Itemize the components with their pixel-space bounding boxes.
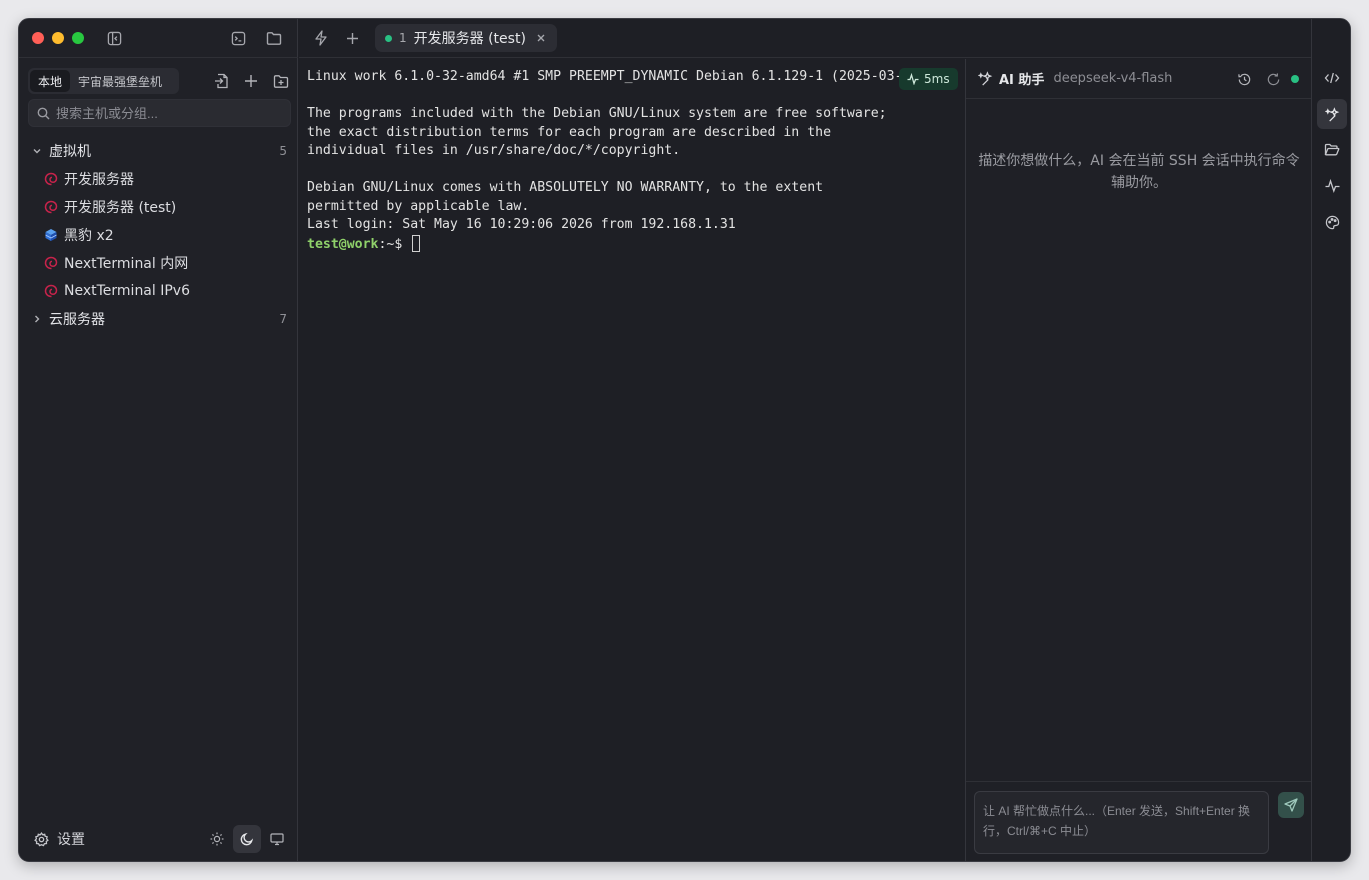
folder-plus-icon[interactable] bbox=[271, 71, 291, 91]
host-name: NextTerminal IPv6 bbox=[64, 283, 190, 299]
folder-icon[interactable] bbox=[265, 29, 283, 47]
refresh-icon[interactable] bbox=[1265, 71, 1281, 87]
group-virtual-machines[interactable]: 虚拟机 5 bbox=[19, 139, 298, 163]
group-cloud-servers[interactable]: 云服务器 7 bbox=[19, 307, 298, 331]
chevron-down-icon bbox=[31, 145, 43, 157]
tab-index: 1 bbox=[399, 31, 407, 45]
minimize-window-button[interactable] bbox=[52, 32, 64, 44]
debian-icon bbox=[43, 256, 58, 271]
sparkle-icon bbox=[978, 71, 993, 86]
sidebar-footer: 设置 bbox=[19, 817, 298, 861]
ai-assistant-panel: AI 助手 deepseek-v4-flash 描述你想做什么，AI 会在当前 … bbox=[965, 59, 1312, 861]
settings-label: 设置 bbox=[57, 832, 85, 848]
group-name: 虚拟机 bbox=[49, 144, 91, 160]
import-icon[interactable] bbox=[211, 71, 231, 91]
host-search[interactable] bbox=[28, 99, 291, 127]
app-window: 本地 宇宙最强堡垒机 虚拟机 5 bbox=[18, 18, 1351, 862]
lightning-icon[interactable] bbox=[312, 29, 330, 47]
connection-status-dot bbox=[385, 34, 392, 42]
terminal-line: individual files in /usr/share/doc/*/cop… bbox=[307, 143, 681, 158]
host-name: NextTerminal 内网 bbox=[64, 256, 189, 272]
activity-icon bbox=[907, 73, 919, 85]
ai-panel-header: AI 助手 deepseek-v4-flash bbox=[966, 59, 1312, 99]
host-name: 开发服务器 (test) bbox=[64, 200, 177, 216]
terminal-line: Linux work 6.1.0-32-amd64 #1 SMP PREEMPT… bbox=[307, 69, 927, 84]
chevron-right-icon bbox=[31, 313, 43, 325]
host-item[interactable]: 开发服务器 (test) bbox=[43, 195, 291, 219]
debian-icon bbox=[43, 284, 58, 299]
monitor-icon[interactable] bbox=[263, 825, 291, 853]
host-item[interactable]: NextTerminal 内网 bbox=[43, 251, 291, 275]
tab-session[interactable]: 1 开发服务器 (test) bbox=[375, 24, 557, 52]
new-tab-icon[interactable] bbox=[343, 29, 361, 47]
add-host-icon[interactable] bbox=[241, 71, 261, 91]
group-count: 5 bbox=[279, 144, 287, 158]
tab-label: 开发服务器 (test) bbox=[413, 31, 526, 47]
sidebar-titlebar bbox=[19, 19, 298, 58]
source-switcher: 本地 宇宙最强堡垒机 bbox=[28, 68, 179, 94]
terminal-output[interactable]: Linux work 6.1.0-32-amd64 #1 SMP PREEMPT… bbox=[299, 59, 965, 861]
terminal-prompt: test@work:~$ bbox=[307, 234, 957, 254]
host-item[interactable]: 开发服务器 bbox=[43, 167, 291, 191]
terminal-line: Debian GNU/Linux comes with ABSOLUTELY N… bbox=[307, 180, 824, 195]
sparkle-icon[interactable] bbox=[1317, 99, 1347, 129]
close-window-button[interactable] bbox=[32, 32, 44, 44]
ai-status-dot bbox=[1291, 75, 1299, 83]
prompt-suffix: :~$ bbox=[378, 236, 411, 252]
sidebar-toggle-icon[interactable] bbox=[105, 29, 123, 47]
terminal-icon[interactable] bbox=[229, 29, 247, 47]
terminal-line: the exact distribution terms for each pr… bbox=[307, 124, 832, 140]
ai-prompt-input[interactable] bbox=[974, 791, 1269, 854]
search-icon bbox=[37, 107, 50, 120]
close-icon[interactable] bbox=[535, 32, 547, 44]
code-icon[interactable] bbox=[1317, 63, 1347, 93]
zoom-window-button[interactable] bbox=[72, 32, 84, 44]
palette-icon[interactable] bbox=[1317, 207, 1347, 237]
group-count: 7 bbox=[279, 312, 287, 326]
segment-local[interactable]: 本地 bbox=[30, 70, 71, 92]
terminal-line: Last login: Sat May 16 10:29:06 2026 fro… bbox=[307, 217, 736, 232]
terminal-line: permitted by applicable law. bbox=[307, 198, 530, 214]
send-icon bbox=[1284, 798, 1298, 812]
moon-icon[interactable] bbox=[233, 825, 261, 853]
latency-value: 5ms bbox=[924, 72, 950, 86]
sidebar: 本地 宇宙最强堡垒机 虚拟机 5 bbox=[19, 19, 298, 861]
latency-badge: 5ms bbox=[899, 68, 958, 90]
gear-icon bbox=[34, 831, 49, 847]
host-item[interactable]: NextTerminal IPv6 bbox=[43, 279, 291, 303]
sun-icon[interactable] bbox=[203, 825, 231, 853]
debian-icon bbox=[43, 172, 58, 187]
send-button[interactable] bbox=[1278, 792, 1304, 818]
prompt-user: test@work bbox=[307, 236, 379, 252]
host-item[interactable]: 黑豹 x2 bbox=[43, 223, 291, 247]
ai-empty-hint: 描述你想做什么，AI 会在当前 SSH 会话中执行命令辅助你。 bbox=[978, 153, 1300, 191]
group-name: 云服务器 bbox=[49, 312, 105, 328]
debian-icon bbox=[43, 200, 58, 215]
folder-open-icon[interactable] bbox=[1317, 135, 1347, 165]
tab-bar: 1 开发服务器 (test) bbox=[299, 19, 1350, 58]
ai-panel-title: AI 助手 bbox=[999, 73, 1045, 88]
history-icon[interactable] bbox=[1236, 71, 1252, 87]
host-name: 黑豹 x2 bbox=[64, 228, 114, 244]
terminal-line: The programs included with the Debian GN… bbox=[307, 106, 887, 121]
search-input[interactable] bbox=[56, 105, 276, 121]
segment-bastion[interactable]: 宇宙最强堡垒机 bbox=[70, 70, 170, 92]
right-rail bbox=[1311, 19, 1350, 861]
host-name: 开发服务器 bbox=[64, 172, 134, 188]
terminal-cursor bbox=[412, 234, 421, 252]
ai-model-name[interactable]: deepseek-v4-flash bbox=[1053, 71, 1172, 86]
settings-button[interactable]: 设置 bbox=[34, 829, 85, 849]
cube-icon bbox=[43, 228, 58, 243]
activity-icon[interactable] bbox=[1317, 171, 1347, 201]
ai-composer bbox=[966, 781, 1312, 861]
